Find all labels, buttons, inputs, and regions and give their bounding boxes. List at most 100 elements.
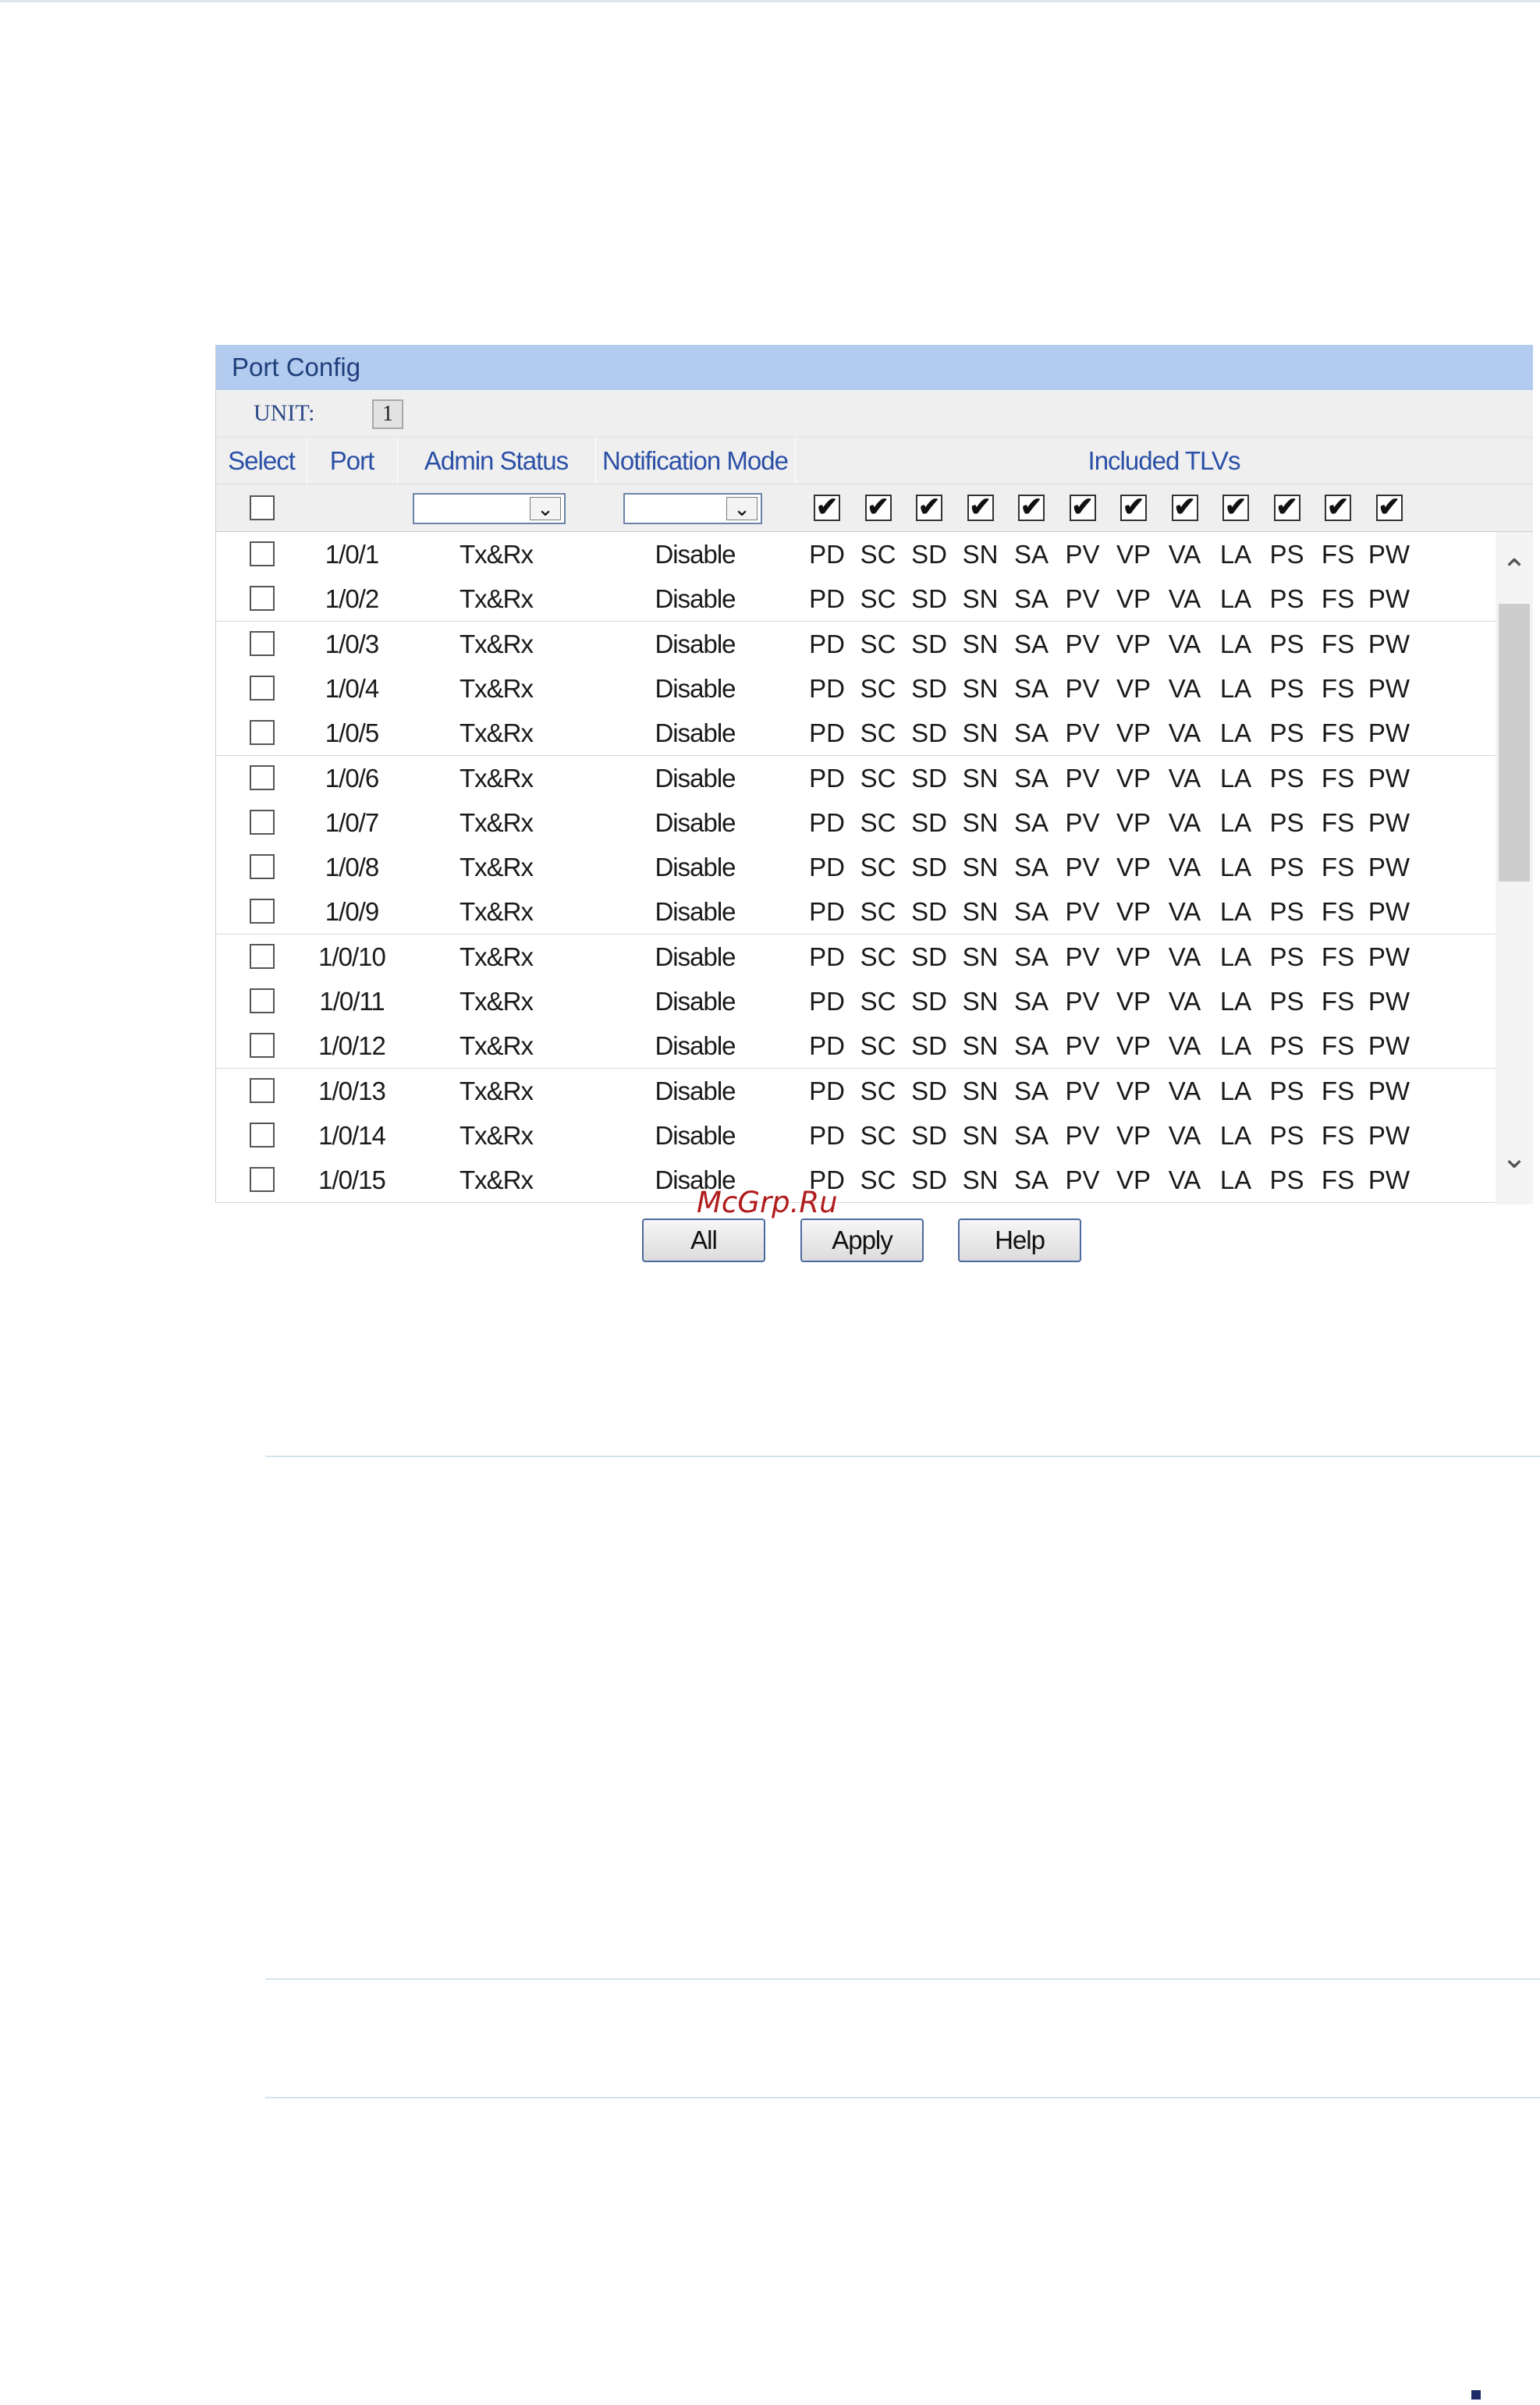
table-row[interactable]: 1/0/7 Tx&Rx Disable PD SC SD SN SA PV VP VA LA PS FS P… xyxy=(216,800,1496,846)
tlv-checkbox[interactable]: ✔ xyxy=(864,494,892,521)
port-config-panel: Port Config UNIT: 1 Select Port Admin St… xyxy=(215,345,1533,1204)
tlv-cell: SN xyxy=(962,673,999,703)
row-select-checkbox[interactable] xyxy=(250,630,275,656)
table-row[interactable]: 1/0/13 Tx&Rx Disable PD SC SD SN SA PV VP VA LA PS FS… xyxy=(216,1068,1496,1114)
tlv-checkbox[interactable]: ✔ xyxy=(1375,494,1403,521)
notification-mode-cell: Disable xyxy=(655,897,736,927)
tlv-cell: VA xyxy=(1168,853,1201,882)
tlv-cell: SA xyxy=(1013,1120,1049,1150)
header-port: Port xyxy=(329,446,375,475)
tlv-cell: SC xyxy=(860,540,896,569)
tlv-cell: PW xyxy=(1368,718,1410,748)
table-row[interactable]: 1/0/5 Tx&Rx Disable PD SC SD SN SA PV VP VA LA PS FS P… xyxy=(216,711,1496,757)
table-row[interactable]: 1/0/10 Tx&Rx Disable PD SC SD SN SA PV VP VA LA PS FS… xyxy=(216,934,1496,980)
table-row[interactable]: 1/0/2 Tx&Rx Disable PD SC SD SN SA PV VP VA LA PS FS P… xyxy=(216,576,1496,623)
row-select-checkbox[interactable] xyxy=(250,675,275,701)
tlv-cell: PD xyxy=(809,987,845,1016)
panel-title: Port Config xyxy=(216,345,1533,390)
tlv-checkbox[interactable]: ✔ xyxy=(1325,494,1351,521)
row-select-checkbox[interactable] xyxy=(250,809,275,835)
table-row[interactable]: 1/0/8 Tx&Rx Disable PD SC SD SN SA PV VP VA LA PS FS P… xyxy=(216,845,1496,891)
select-all-checkbox[interactable] xyxy=(250,495,275,520)
table-row[interactable]: 1/0/1 Tx&Rx Disable PD SC SD SN SA PV VP VA LA PS FS P… xyxy=(216,532,1496,577)
admin-status-cell: Tx&Rx xyxy=(460,987,534,1016)
scroll-up-icon[interactable]: ⌃ xyxy=(1496,552,1533,590)
tlv-cell: LA xyxy=(1219,853,1252,882)
table-row[interactable]: 1/0/4 Tx&Rx Disable PD SC SD SN SA PV VP VA LA PS FS P… xyxy=(216,665,1496,711)
tlv-cell: VP xyxy=(1116,897,1151,927)
notification-mode-select[interactable]: ⌄ xyxy=(623,493,762,524)
tlv-cell: PW xyxy=(1368,897,1410,927)
port-cell: 1/0/8 xyxy=(325,853,379,882)
tlv-checkbox[interactable]: ✔ xyxy=(916,494,942,521)
tlv-cell: LA xyxy=(1219,540,1252,569)
table-row[interactable]: 1/0/11 Tx&Rx Disable PD SC SD SN SA PV VP VA LA PS FS… xyxy=(216,979,1496,1024)
chevron-down-icon: ⌄ xyxy=(726,497,758,520)
tlv-cell: PW xyxy=(1368,673,1410,703)
row-select-checkbox[interactable] xyxy=(250,899,275,924)
tlv-checkbox[interactable]: ✔ xyxy=(1069,494,1096,521)
tlv-cell: SC xyxy=(860,629,896,658)
row-select-checkbox[interactable] xyxy=(250,988,275,1013)
row-select-checkbox[interactable] xyxy=(250,1077,275,1103)
tlv-cell: SA xyxy=(1013,987,1049,1016)
tlv-cell: SN xyxy=(962,1076,999,1105)
tlv-checkbox[interactable]: ✔ xyxy=(1120,494,1147,521)
header-notification-mode: Notification Mode xyxy=(602,446,789,475)
tlv-cell: SD xyxy=(911,629,947,658)
row-select-checkbox[interactable] xyxy=(250,1033,275,1059)
tlv-cell: FS xyxy=(1321,897,1355,927)
admin-status-cell: Tx&Rx xyxy=(460,629,534,658)
row-select-checkbox[interactable] xyxy=(250,764,275,790)
row-select-checkbox[interactable] xyxy=(250,943,275,969)
table-row[interactable]: 1/0/14 Tx&Rx Disable PD SC SD SN SA PV VP VA LA PS FS… xyxy=(216,1112,1496,1158)
tlv-cell: PV xyxy=(1065,853,1100,882)
tlv-checkbox[interactable]: ✔ xyxy=(1171,494,1198,521)
tlv-cell: SN xyxy=(962,763,999,793)
table-row[interactable]: 1/0/3 Tx&Rx Disable PD SC SD SN SA PV VP VA LA PS FS P… xyxy=(216,621,1496,667)
table-row[interactable]: 1/0/9 Tx&Rx Disable PD SC SD SN SA PV VP VA LA PS FS P… xyxy=(216,889,1496,935)
table-row[interactable]: 1/0/12 Tx&Rx Disable PD SC SD SN SA PV VP VA LA PS FS… xyxy=(216,1023,1496,1069)
port-cell: 1/0/5 xyxy=(325,718,379,748)
tlv-cell: SC xyxy=(860,1076,896,1105)
tlv-cell: PW xyxy=(1368,1076,1410,1105)
row-select-checkbox[interactable] xyxy=(250,854,275,880)
tlv-cell: VA xyxy=(1168,673,1201,703)
admin-status-select[interactable]: ⌄ xyxy=(413,493,566,524)
table-row[interactable]: 1/0/15 Tx&Rx Disable PD SC SD SN SA PV VP VA LA PS FS… xyxy=(216,1158,1496,1204)
vertical-scrollbar[interactable]: ⌃ ⌄ xyxy=(1496,532,1533,1204)
help-button[interactable]: Help xyxy=(958,1218,1081,1262)
tlv-checkbox[interactable]: ✔ xyxy=(1222,494,1249,521)
tlv-cell: VP xyxy=(1116,718,1151,748)
scroll-down-icon[interactable]: ⌄ xyxy=(1496,1139,1533,1176)
filter-row: ⌄ ⌄ ✔ ✔ ✔ ✔ ✔ ✔ ✔ ✔ ✔ ✔ ✔ ✔ xyxy=(216,484,1533,532)
top-rule xyxy=(0,0,1540,2)
tlv-cell: VP xyxy=(1116,1076,1151,1105)
row-select-checkbox[interactable] xyxy=(250,1167,275,1193)
tlv-checkbox[interactable]: ✔ xyxy=(1018,494,1045,521)
tlv-cell: SA xyxy=(1013,1165,1049,1195)
table-row[interactable]: 1/0/6 Tx&Rx Disable PD SC SD SN SA PV VP VA LA PS FS P… xyxy=(216,755,1496,801)
unit-selector[interactable]: 1 xyxy=(372,399,403,429)
row-select-checkbox[interactable] xyxy=(250,720,275,746)
tlv-cell: PW xyxy=(1368,1031,1410,1061)
apply-button[interactable]: Apply xyxy=(800,1218,924,1262)
tlv-cell: VP xyxy=(1116,1165,1151,1195)
tlv-cell: SC xyxy=(860,718,896,748)
tlv-cell: VA xyxy=(1168,718,1201,748)
row-select-checkbox[interactable] xyxy=(250,586,275,612)
admin-status-cell: Tx&Rx xyxy=(460,942,534,971)
scroll-thumb[interactable] xyxy=(1499,604,1530,881)
row-select-checkbox[interactable] xyxy=(250,1122,275,1148)
notification-mode-cell: Disable xyxy=(655,807,736,837)
tlv-cell: PS xyxy=(1269,629,1304,658)
tlv-checkbox[interactable]: ✔ xyxy=(1273,494,1300,521)
all-button[interactable]: All xyxy=(642,1218,765,1262)
tlv-cell: PD xyxy=(809,673,845,703)
tlv-cell: PW xyxy=(1368,987,1410,1016)
tlv-cell: PW xyxy=(1368,629,1410,658)
row-select-checkbox[interactable] xyxy=(250,541,275,566)
tlv-checkbox[interactable]: ✔ xyxy=(814,494,840,521)
tlv-checkbox[interactable]: ✔ xyxy=(967,494,994,521)
divider xyxy=(265,1456,1540,1457)
